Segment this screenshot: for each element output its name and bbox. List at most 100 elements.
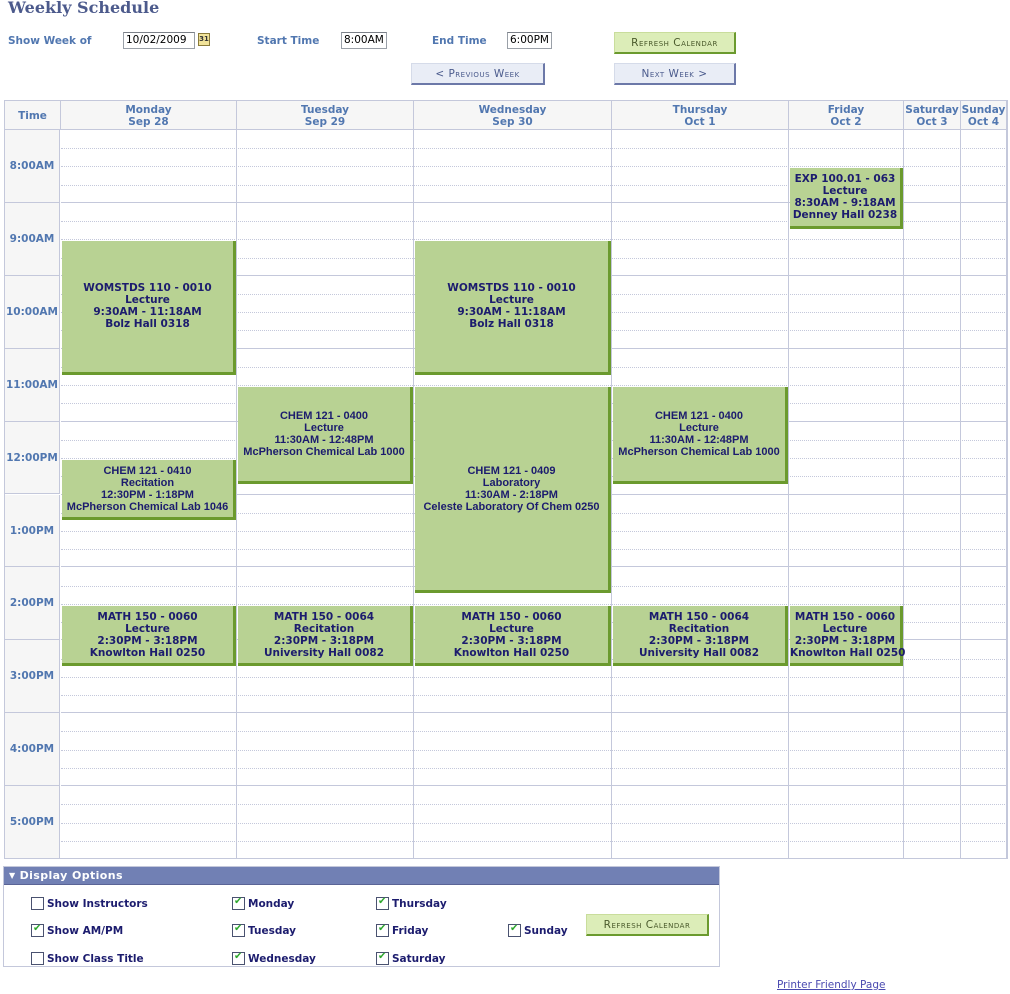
event-course: EXP 100.01 - 063 [794, 173, 896, 186]
checked-box-icon[interactable] [232, 923, 245, 937]
checkbox-sunday[interactable]: Sunday [508, 923, 568, 937]
display-options-header[interactable]: ▼ Display Options [4, 867, 719, 885]
event-location: Knowlton Hall 0250 [89, 646, 206, 659]
previous-week-button[interactable]: < Previous Week [411, 63, 545, 85]
day-date: Oct 1 [684, 116, 716, 128]
time-label: 4:00PM [5, 713, 60, 787]
event-location: Knowlton Hall 0250 [453, 646, 570, 659]
checked-box-icon[interactable] [376, 951, 389, 965]
event-course: CHEM 121 - 0400 [279, 410, 369, 423]
start-time-input[interactable]: 8:00AM [341, 32, 387, 49]
event-type: Recitation [120, 476, 175, 489]
checkbox-thursday[interactable]: Thursday [376, 896, 447, 910]
event-course: MATH 150 - 0060 [461, 610, 562, 623]
page-title: Weekly Schedule [8, 0, 160, 17]
checkbox-show-am-pm[interactable]: Show AM/PM [31, 923, 124, 937]
event-time: 8:30AM - 9:18AM [794, 197, 896, 210]
show-week-input[interactable]: 10/02/2009 [123, 32, 195, 49]
show-week-label: Show Week of [8, 35, 92, 47]
time-label: 2:00PM [5, 567, 60, 641]
event-location: Denney Hall 0238 [792, 209, 898, 222]
event-time: 9:30AM - 11:18AM [457, 306, 566, 319]
class-event[interactable]: CHEM 121 - 0409 Laboratory 11:30AM - 2:18P… [415, 387, 611, 594]
event-type: Laboratory [482, 476, 541, 489]
quarter-hour-divider [61, 822, 1007, 824]
event-location: Knowlton Hall 0250 [790, 646, 906, 659]
event-course: MATH 150 - 0064 [648, 610, 750, 623]
event-time: 11:30AM - 12:48PM [274, 434, 374, 447]
next-week-button[interactable]: Next Week > [614, 63, 736, 85]
class-event[interactable]: WOMSTDS 110 - 0010 Lecture 9:30AM - 11:18A… [415, 241, 611, 375]
checked-box-icon[interactable] [232, 896, 245, 910]
time-label: 5:00PM [5, 786, 60, 859]
quarter-hour-divider [61, 694, 1007, 696]
class-event[interactable]: MATH 150 - 0060 Lecture 2:30PM - 3:18PM Kno… [62, 605, 236, 667]
event-time: 2:30PM - 3:18PM [273, 634, 375, 647]
checkbox-monday[interactable]: Monday [232, 896, 294, 910]
event-time: 11:30AM - 12:48PM [649, 434, 749, 447]
checked-box-icon[interactable] [31, 923, 44, 937]
quarter-hour-divider [61, 840, 1007, 842]
display-options-refresh-button[interactable]: Refresh Calendar [586, 914, 709, 936]
day-name: Sunday [961, 104, 1006, 116]
event-type: Lecture [304, 422, 344, 435]
class-event[interactable]: WOMSTDS 110 - 0010 Lecture 9:30AM - 11:18A… [62, 241, 236, 375]
event-course: WOMSTDS 110 - 0010 [83, 282, 212, 295]
weekly-calendar-grid: Time Monday Sep 28 Tuesday Sep 29 Wednesday S… [4, 100, 1008, 859]
time-label: 9:00AM [5, 202, 60, 276]
checkbox-show-class-title[interactable]: Show Class Title [31, 952, 144, 965]
class-event[interactable]: MATH 150 - 0060 Lecture 2:30PM - 3:18PM Kno… [415, 605, 611, 667]
event-type: Recitation [668, 622, 730, 635]
checkbox-show-instructors[interactable]: Show Instructors [31, 897, 148, 910]
event-course: CHEM 121 - 0409 [467, 464, 556, 477]
quarter-hour-divider [61, 767, 1007, 769]
event-course: WOMSTDS 110 - 0010 [447, 282, 576, 295]
event-type: Lecture [489, 622, 534, 635]
event-time: 2:30PM - 3:18PM [648, 634, 750, 647]
checkbox-wednesday[interactable]: Wednesday [232, 951, 316, 965]
unchecked-box-icon[interactable] [31, 897, 44, 910]
day-name: Monday [125, 104, 172, 116]
class-event[interactable]: MATH 150 - 0060 Lecture 2:30PM - 3:18PM Kno… [790, 605, 906, 667]
day-date: Oct 2 [830, 116, 862, 128]
quarter-hour-divider [61, 239, 1007, 241]
checkbox-label: Show AM/PM [47, 924, 124, 937]
event-location: McPherson Chemical Lab 1000 [618, 446, 780, 459]
printer-friendly-link[interactable]: Printer Friendly Page [777, 979, 885, 991]
class-event[interactable]: MATH 150 - 0064 Recitation 2:30PM - 3:18PM… [238, 605, 413, 667]
day-name: Tuesday [301, 104, 349, 116]
event-location: Bolz Hall 0318 [105, 318, 190, 331]
event-location: University Hall 0082 [263, 646, 385, 659]
checked-box-icon[interactable] [232, 951, 245, 965]
event-course: CHEM 121 - 0410 [103, 464, 192, 477]
checked-box-icon[interactable] [508, 923, 521, 937]
checked-box-icon[interactable] [376, 896, 389, 910]
end-time-input[interactable]: 6:00PM [507, 32, 552, 49]
event-course: MATH 150 - 0060 [794, 610, 896, 623]
unchecked-box-icon[interactable] [31, 952, 44, 965]
calendar-icon[interactable]: 31 [198, 33, 210, 46]
checkbox-friday[interactable]: Friday [376, 923, 428, 937]
time-label: 3:00PM [5, 640, 60, 714]
hour-divider [61, 785, 1007, 787]
checked-box-icon[interactable] [376, 923, 389, 937]
class-event[interactable]: CHEM 121 - 0400 Lecture 11:30AM - 12:48PM M… [613, 387, 788, 484]
event-type: Recitation [293, 622, 355, 635]
hour-divider [61, 712, 1007, 714]
checkbox-saturday[interactable]: Saturday [376, 951, 445, 965]
class-event[interactable]: CHEM 121 - 0400 Lecture 11:30AM - 12:48PM M… [238, 387, 413, 484]
event-time: 11:30AM - 2:18PM [465, 488, 558, 501]
class-event[interactable]: EXP 100.01 - 063 Lecture 8:30AM - 9:18AM De… [790, 168, 903, 229]
event-time: 12:30PM - 1:18PM [101, 488, 194, 501]
quarter-hour-divider [61, 385, 1007, 387]
class-event[interactable]: MATH 150 - 0064 Recitation 2:30PM - 3:18PM… [613, 605, 788, 667]
time-label: 1:00PM [5, 494, 60, 568]
refresh-calendar-button[interactable]: Refresh Calendar [614, 32, 736, 54]
end-time-label: End Time [432, 35, 487, 47]
quarter-hour-divider [61, 166, 1007, 168]
quarter-hour-divider [61, 676, 1007, 678]
checkbox-tuesday[interactable]: Tuesday [232, 923, 296, 937]
quarter-hour-divider [61, 749, 1007, 751]
event-time: 9:30AM - 11:18AM [93, 306, 202, 319]
class-event[interactable]: CHEM 121 - 0410 Recitation 12:30PM - 1:18P… [62, 460, 236, 521]
